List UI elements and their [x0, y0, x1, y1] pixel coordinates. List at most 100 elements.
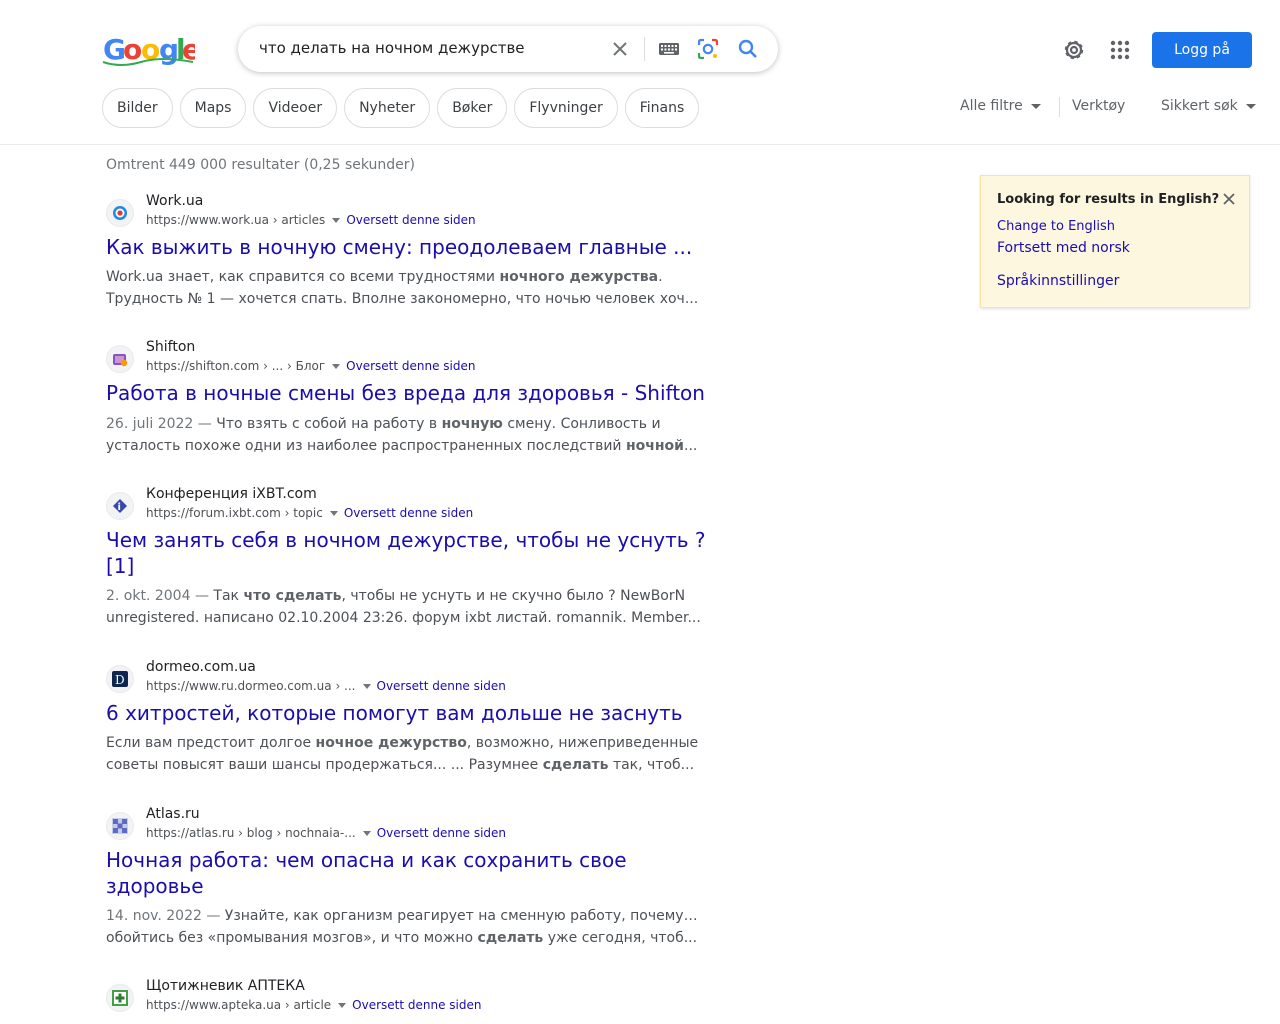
sign-in-button[interactable]: Logg på: [1152, 32, 1252, 68]
more-options-icon[interactable]: [362, 683, 371, 689]
result-snippet: 14. nov. 2022 — Узнайте, как организм ре…: [106, 905, 710, 949]
snippet-line: советы повысят ваши шансы продержаться..…: [106, 754, 702, 776]
site-name[interactable]: Shifton: [146, 339, 195, 355]
snippet-highlight: ночное дежурство: [315, 735, 467, 751]
search-divider: [644, 37, 645, 61]
result-snippet: Work.ua знает, как справится со всеми тр…: [106, 266, 710, 310]
snippet-line: unregistered. написано 02.10.2004 23:26.…: [106, 610, 701, 626]
site-url-text: https://www.work.ua › articles: [146, 213, 326, 227]
tools-label: Verktøy: [1072, 98, 1126, 114]
search-input[interactable]: что делать на ночном дежурстве: [259, 39, 525, 57]
snippet-text: смену. Сонливость и: [502, 416, 661, 432]
snippet-date: 2. okt. 2004 —: [106, 588, 209, 604]
site-url-text: https://atlas.ru › blog › nochnaia-...: [146, 826, 356, 840]
site-url[interactable]: https://www.work.ua › articles Oversett d…: [146, 213, 476, 227]
result-title[interactable]: 6 хитростей, которые помогут вам дольше …: [106, 700, 710, 726]
more-options-icon[interactable]: [332, 363, 341, 369]
workua-favicon: [106, 199, 134, 227]
translate-link[interactable]: Oversett denne siden: [377, 826, 506, 840]
snippet-text: так, чтоб...: [608, 757, 695, 773]
lens-icon[interactable]: [696, 37, 720, 61]
site-url[interactable]: https://forum.ixbt.com › topic Oversett d…: [146, 506, 473, 520]
tools-button[interactable]: Verktøy: [1072, 98, 1125, 114]
chip-news[interactable]: Nyheter: [344, 88, 431, 128]
atlas-favicon: [106, 812, 134, 840]
snippet-text: Если вам предстоит долгое: [106, 735, 316, 751]
result-title[interactable]: Как выжить в ночную смену: преодолеваем …: [106, 234, 710, 260]
snippet-line: усталость похоже одни из наиболее распро…: [106, 435, 702, 457]
site-name[interactable]: Work.ua: [146, 193, 203, 209]
search-icon[interactable]: [736, 37, 760, 61]
more-options-icon[interactable]: [332, 217, 341, 223]
snippet-line: 14. nov. 2022 — Узнайте, как организм ре…: [106, 905, 702, 927]
snippet-text: советы повысят ваши шансы продержаться..…: [106, 757, 543, 773]
snippet-highlight: ночной: [625, 438, 684, 454]
gear-icon[interactable]: [1061, 37, 1087, 63]
shifton-favicon: [106, 345, 134, 373]
snippet-text: .: [658, 269, 663, 285]
snippet-text: , чтобы не уснуть и не скучно было ? New…: [341, 588, 686, 604]
svg-text:D: D: [115, 673, 125, 687]
more-options-icon[interactable]: [338, 1002, 347, 1008]
chip-images[interactable]: Bilder: [102, 88, 173, 128]
snippet-text: ...: [684, 438, 698, 454]
apteka-favicon: [106, 984, 134, 1012]
snippet-text: Что взять с собой на работу в: [211, 416, 442, 432]
result-title-line: здоровье: [106, 874, 204, 898]
safe-search-dropdown[interactable]: Sikkert søk: [1161, 98, 1256, 114]
snippet-line: Трудность № 1 — хочется спать. Вполне за…: [106, 291, 699, 307]
snippet-text: обойтись без «промывания мозгов», и что …: [106, 930, 478, 946]
site-name[interactable]: Atlas.ru: [146, 806, 200, 822]
svg-text:o: o: [123, 33, 142, 66]
translate-link[interactable]: Oversett denne siden: [346, 359, 475, 373]
all-filters-dropdown[interactable]: Alle filtre: [960, 98, 1041, 114]
language-settings-link[interactable]: Språkinnstillinger: [997, 273, 1119, 289]
result-stats: Omtrent 449 000 resultater (0,25 sekunde…: [106, 157, 415, 173]
site-name[interactable]: Щотижневик АПТЕКА: [146, 978, 305, 994]
snippet-line: 26. juli 2022 — Что взять с собой на раб…: [106, 413, 702, 435]
result-title[interactable]: Работа в ночные смены без вреда для здор…: [106, 380, 710, 406]
site-name[interactable]: Конференция iXBT.com: [146, 486, 317, 502]
header-divider: [0, 144, 1280, 145]
chip-videos[interactable]: Videoer: [253, 88, 338, 128]
site-url[interactable]: https://shifton.com › ... › Блог Oversett…: [146, 359, 476, 373]
search-type-chips: Bilder Maps Videoer Nyheter Bøker Flyvni…: [102, 88, 700, 128]
snippet-line: 2. okt. 2004 — Так что сделать, чтобы не…: [106, 585, 702, 607]
snippet-date: 26. juli 2022 —: [106, 416, 212, 432]
site-url[interactable]: https://atlas.ru › blog › nochnaia-... Ov…: [146, 826, 506, 840]
translate-link[interactable]: Oversett denne siden: [352, 998, 481, 1012]
result-title-line: Ночная работа: чем опасна и как сохранит…: [106, 848, 627, 872]
more-options-icon[interactable]: [362, 830, 371, 836]
snippet-text: , возможно, нижеприведенные: [466, 735, 699, 751]
all-filters-label: Alle filtre: [960, 98, 1023, 114]
apps-icon[interactable]: [1107, 37, 1133, 63]
translate-link[interactable]: Oversett denne siden: [344, 506, 473, 520]
close-icon[interactable]: [1220, 190, 1238, 208]
site-name[interactable]: dormeo.com.ua: [146, 659, 256, 675]
clear-icon[interactable]: [608, 37, 632, 61]
translate-link[interactable]: Oversett denne siden: [377, 679, 506, 693]
language-suggestion-box: Looking for results in English? Change t…: [980, 175, 1250, 308]
site-url[interactable]: https://www.apteka.ua › article Oversett …: [146, 998, 482, 1012]
snippet-text: Так: [208, 588, 244, 604]
result-snippet: 26. juli 2022 — Что взять с собой на раб…: [106, 413, 710, 457]
site-url[interactable]: https://www.ru.dormeo.com.ua › ... Overse…: [146, 679, 506, 693]
result-title[interactable]: Чем занять себя в ночном дежурстве, чтоб…: [106, 527, 710, 579]
change-to-english-link[interactable]: Change to English: [997, 219, 1115, 234]
chip-flights[interactable]: Flyvninger: [514, 88, 618, 128]
more-options-icon[interactable]: [329, 510, 338, 516]
result-title[interactable]: Ночная работа: чем опасна и как сохранит…: [106, 847, 710, 899]
google-logo[interactable]: G o o g l e: [101, 32, 195, 68]
chip-books[interactable]: Bøker: [437, 88, 508, 128]
translate-link[interactable]: Oversett denne siden: [346, 213, 475, 227]
snippet-line: обойтись без «промывания мозгов», и что …: [106, 927, 702, 949]
chip-finance[interactable]: Finans: [624, 88, 700, 128]
site-url-text: https://forum.ixbt.com › topic: [146, 506, 323, 520]
chip-maps[interactable]: Maps: [179, 88, 247, 128]
snippet-text: усталость похоже одни из наиболее распро…: [106, 438, 626, 454]
continue-norwegian-link[interactable]: Fortsett med norsk: [997, 240, 1130, 256]
result-snippet: Если вам предстоит долгое ночное дежурст…: [106, 732, 710, 776]
snippet-highlight: сделать: [477, 930, 544, 946]
keyboard-icon[interactable]: [657, 37, 681, 61]
search-box[interactable]: что делать на ночном дежурстве: [238, 26, 778, 72]
